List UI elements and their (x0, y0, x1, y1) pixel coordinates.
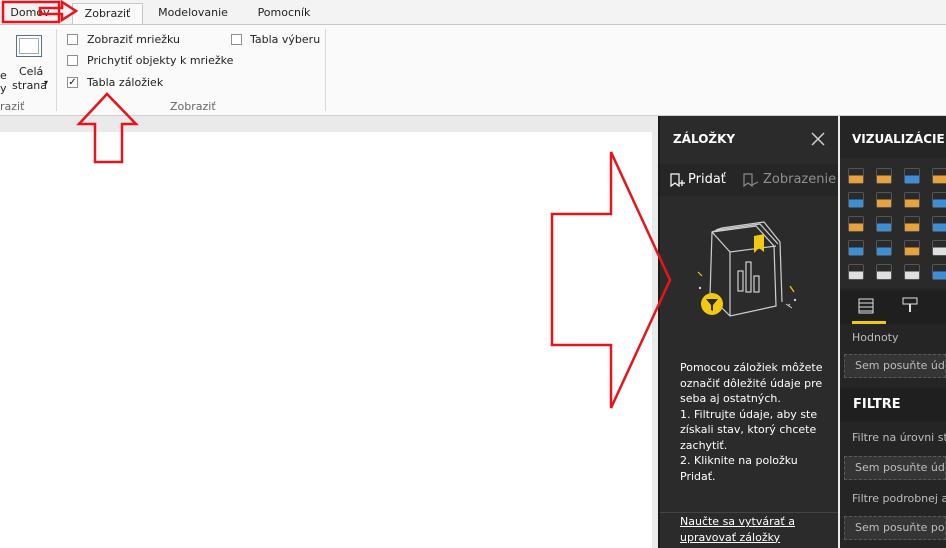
bookmarks-title: ZÁLOŽKY (673, 132, 736, 146)
bookmarks-description: Pomocou záložiek môžete označiť dôležité… (680, 360, 830, 484)
group-label-partial: raziť (0, 100, 25, 113)
tab-label: Modelovanie (158, 6, 228, 19)
report-canvas[interactable] (0, 132, 652, 548)
group-label-show: Zobraziť (170, 100, 216, 113)
selection-pane-checkbox[interactable]: Tabla výberu (231, 33, 321, 49)
clustered-column-icon[interactable] (932, 168, 946, 184)
format-paint-roller-icon[interactable] (900, 296, 920, 316)
ribbon-divider (325, 29, 326, 111)
ribbon-tab-bar: Domov Zobraziť Modelovanie Pomocník (0, 0, 946, 24)
checkbox-box (67, 55, 78, 66)
checkbox-box (67, 34, 78, 45)
whole-page-label-2: strana (12, 79, 48, 92)
tab-label: Zobraziť (84, 7, 131, 20)
bookmarks-illustration-icon (697, 221, 797, 317)
description-line: 1. Filtrujte údaje, aby ste (680, 407, 818, 421)
add-label: Pridať (688, 172, 726, 187)
bookmarks-pane-checkbox[interactable]: ✓ Tabla záložiek (67, 76, 217, 92)
values-dropzone[interactable]: Sem posuňte údaje (844, 354, 946, 378)
page-view-label-partial-2: y (0, 82, 7, 95)
view-bookmark-button[interactable]: Zobrazenie (742, 171, 838, 191)
whole-page-button[interactable]: Celá strana ▾ (12, 35, 49, 95)
area-chart-icon[interactable] (876, 192, 892, 208)
add-bookmark-button[interactable]: Pridať (669, 171, 733, 191)
checkbox-label: Tabla záložiek (87, 76, 164, 89)
checkbox-box (231, 34, 242, 45)
card-icon[interactable] (932, 240, 946, 256)
stacked-area-icon[interactable] (904, 192, 920, 208)
filters-title: FILTRE (853, 397, 901, 412)
gauge-icon[interactable] (904, 240, 920, 256)
tab-pomocnik[interactable]: Pomocník (246, 3, 322, 24)
tab-modelovanie[interactable]: Modelovanie (150, 3, 236, 24)
ribbon-chart-icon[interactable] (848, 216, 864, 232)
close-icon[interactable] (810, 131, 826, 147)
page-filters-label: Filtre na úrovni strany (852, 431, 946, 444)
description-line: označiť dôležité údaje pre (680, 376, 823, 390)
map-icon[interactable] (848, 240, 864, 256)
checkbox-label: Tabla výberu (250, 33, 321, 46)
checkbox-label: Prichytiť objekty k mriežke (87, 54, 234, 67)
stacked-column-icon[interactable] (876, 168, 892, 184)
ribbon-panel: e y Celá strana ▾ raziť Zobraziť mriežku… (0, 24, 946, 116)
funnel-icon[interactable] (876, 240, 892, 256)
link-line: Naučte sa vytvárať a (680, 515, 795, 528)
line-column-icon[interactable] (932, 192, 946, 208)
learn-bookmarks-link[interactable]: Naučte sa vytvárať a upravovať záložky (680, 514, 795, 545)
snap-to-grid-checkbox[interactable]: Prichytiť objekty k mriežke (67, 54, 233, 70)
tab-label: Pomocník (257, 6, 311, 19)
drillthrough-dropzone[interactable]: Sem posuňte polia (844, 516, 946, 540)
checkmark-icon: ✓ (67, 77, 78, 88)
tab-zobrazit[interactable]: Zobraziť (72, 3, 143, 24)
bookmarks-pane: ZÁLOŽKY Pridať Zobrazenie Pomocou záloži… (658, 116, 838, 548)
description-line: seba aj ostatných. (680, 392, 781, 405)
values-label: Hodnoty (852, 331, 899, 344)
page-view-label-partial: e (0, 69, 7, 82)
ribbon-divider (56, 29, 57, 111)
donut-chart-icon[interactable] (932, 216, 946, 232)
matrix-icon[interactable] (904, 264, 920, 280)
visualizations-title: VIZUALIZÁCIE (852, 132, 945, 146)
fields-tab-icon[interactable] (856, 296, 876, 316)
description-line: zachytiť. (680, 438, 728, 452)
checkbox-label: Zobraziť mriežku (87, 33, 180, 46)
r-script-icon[interactable] (932, 264, 946, 280)
view-bookmark-icon (743, 173, 759, 188)
drillthrough-filters-label: Filtre podrobnej analýzy (852, 492, 946, 505)
chevron-down-icon: ▾ (44, 78, 49, 87)
description-line: získali stav, ktorý chcete (680, 423, 817, 436)
scatter-icon[interactable] (876, 216, 892, 232)
description-line: Pomocou záložiek môžete (680, 361, 823, 374)
description-line: Pridať. (680, 469, 716, 483)
stacked-bar-icon[interactable] (848, 168, 864, 184)
page-filters-dropzone[interactable]: Sem posuňte údaje (844, 456, 946, 480)
tab-label: Domov (10, 6, 50, 19)
pie-chart-icon[interactable] (904, 216, 920, 232)
description-line: 2. Kliknite na položku (680, 454, 798, 467)
divider (660, 512, 838, 513)
view-label: Zobrazenie (763, 172, 837, 187)
whole-page-icon (16, 35, 42, 57)
whole-page-label-1: Celá (19, 65, 44, 78)
add-bookmark-icon (670, 173, 685, 188)
clustered-bar-icon[interactable] (904, 168, 920, 184)
show-grid-checkbox[interactable]: Zobraziť mriežku (67, 33, 217, 49)
link-line: upravovať záložky (680, 530, 781, 544)
table-icon[interactable] (876, 264, 892, 280)
line-chart-icon[interactable] (848, 192, 864, 208)
tab-domov[interactable]: Domov (3, 3, 57, 24)
slicer-icon[interactable] (848, 264, 864, 280)
active-tab-indicator (852, 321, 886, 324)
